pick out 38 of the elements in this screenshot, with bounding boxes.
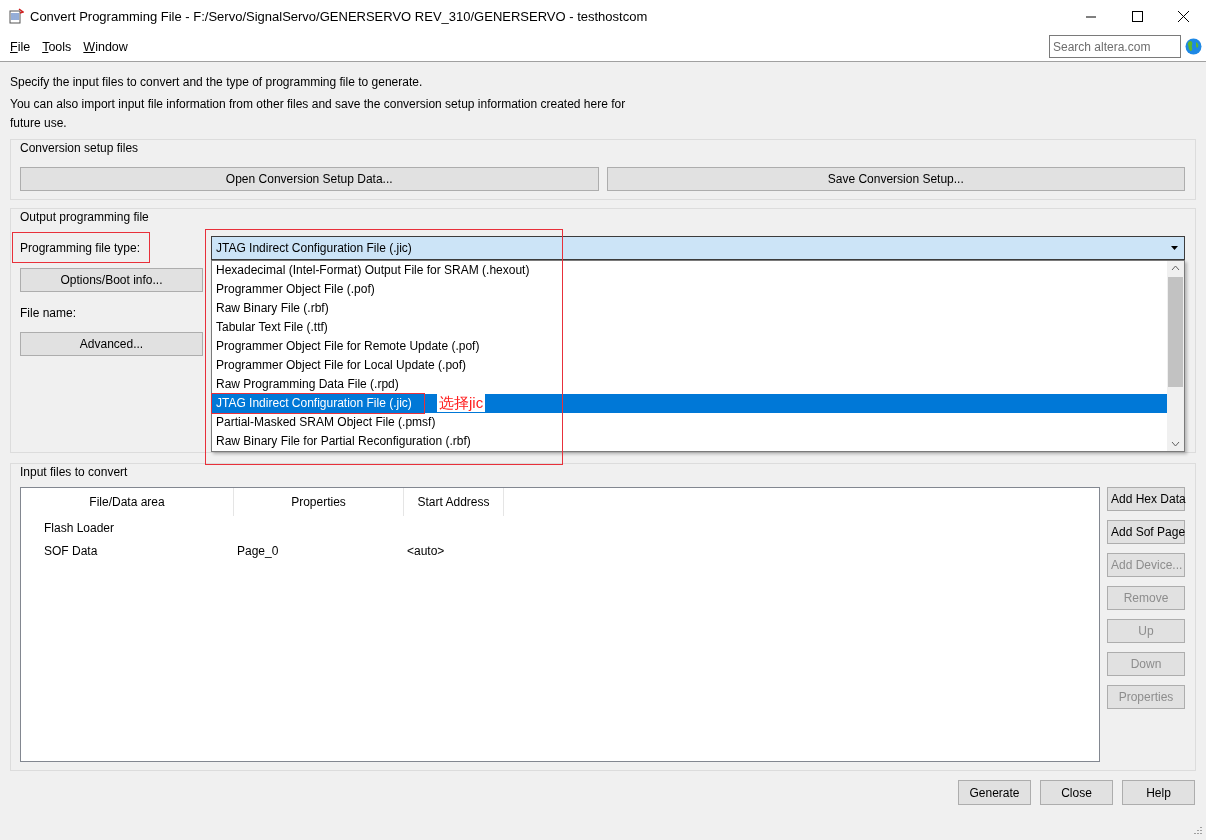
group-title: Conversion setup files: [20, 141, 139, 155]
globe-icon[interactable]: [1185, 38, 1202, 55]
menu-item[interactable]: Tools: [36, 39, 78, 54]
menu-item[interactable]: File: [4, 39, 37, 54]
table-cell-text: Flash Loader: [43, 520, 116, 535]
file-type-dropdown[interactable]: JTAG Indirect Configuration File (.jic): [211, 236, 1185, 260]
caret-down-icon: [1171, 246, 1178, 250]
table-cell-text: <auto>: [406, 543, 446, 558]
setup-button[interactable]: Open Conversion Setup Data...: [20, 167, 599, 191]
side-button[interactable]: Add Sof Page: [1107, 520, 1185, 544]
window-title: Convert Programming File - F:/Servo/SignalServo/GENERSERVO REV_310/GENERSERVO - testhostcom: [30, 8, 649, 24]
group-title: Input files to convert: [20, 465, 128, 479]
search-field[interactable]: Search altera.com: [1049, 35, 1181, 58]
table-cell-text: Page_0: [236, 543, 280, 558]
table-cell-text: SOF Data: [43, 543, 99, 558]
group-title: Output programming file: [20, 210, 149, 224]
close-icon: [1177, 10, 1189, 22]
dropdown-option[interactable]: Hexadecimal (Intel-Format) Output File for SRAM (.hexout): [212, 261, 1167, 280]
field-label: Programming file type:: [20, 241, 141, 255]
description-text: Specify the input files to convert and the type of programming file to generate.: [10, 74, 424, 91]
app-icon: [8, 8, 24, 24]
setup-button[interactable]: Save Conversion Setup...: [606, 167, 1185, 191]
column-header[interactable]: File/Data area: [21, 488, 234, 516]
side-button[interactable]: Add Hex Data: [1107, 487, 1185, 511]
description-text: You can also import input file information from other files and save the conversion setup information created here for future use.: [10, 96, 627, 132]
footer-button[interactable]: Help: [1122, 780, 1195, 805]
scrollbar[interactable]: [1167, 261, 1184, 451]
dropdown-option[interactable]: Raw Binary File for Partial Reconfiguration (.rbf): [212, 432, 1167, 451]
column-header[interactable]: Properties: [234, 488, 404, 516]
field-label: File name:: [20, 306, 77, 320]
column-header[interactable]: Start Address: [404, 488, 504, 516]
annotation-text: 选择jic: [437, 394, 486, 412]
footer-button[interactable]: Close: [1040, 780, 1113, 805]
footer-button[interactable]: Generate: [958, 780, 1031, 805]
options-button[interactable]: Options/Boot info...: [20, 268, 203, 292]
menu-item[interactable]: Window: [77, 39, 134, 54]
maximize-icon: [1131, 10, 1143, 22]
advanced-button[interactable]: Advanced...: [20, 332, 203, 356]
